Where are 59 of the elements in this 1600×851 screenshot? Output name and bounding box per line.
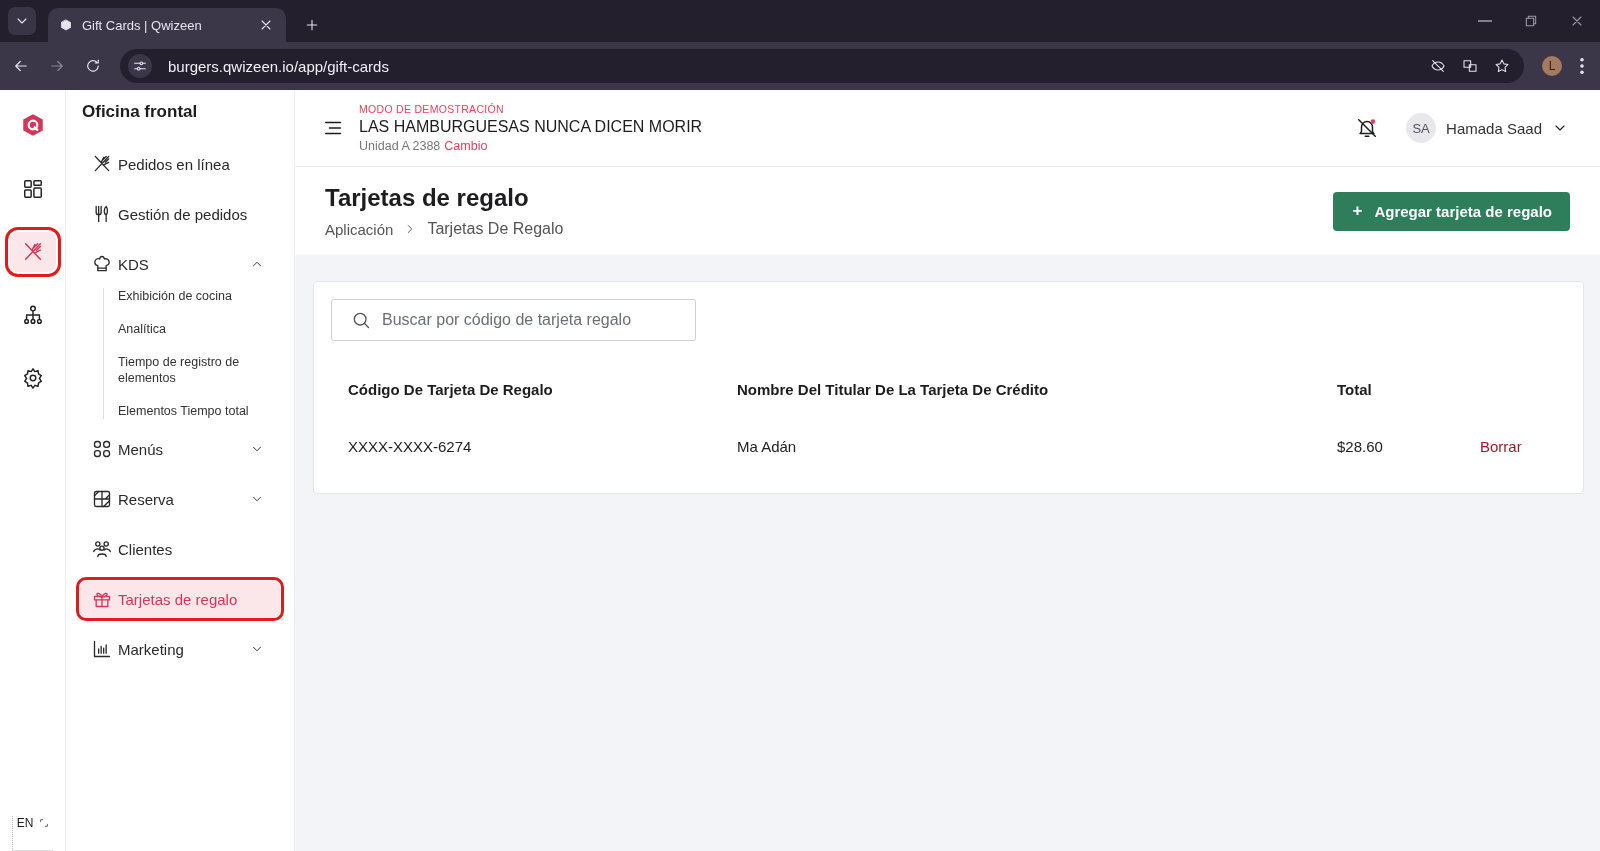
unit-label: Unidad A 2388 xyxy=(359,139,441,153)
column-header: Nombre Del Titular De La Tarjeta De Crédito xyxy=(737,381,1050,398)
sidebar-item[interactable]: Gestión de pedidos xyxy=(80,196,280,232)
search-field[interactable]: Buscar por código de tarjeta regalo xyxy=(331,299,696,341)
submenu-item[interactable]: Elementos Tiempo total xyxy=(118,403,258,419)
column-header: Código De Tarjeta De Regalo xyxy=(348,381,554,398)
browser-tab[interactable]: Gift Cards | Qwizeen xyxy=(48,8,286,42)
tab-list-button[interactable] xyxy=(8,7,36,35)
add-gift-card-button[interactable]: + Agregar tarjeta de regalo xyxy=(1332,191,1570,231)
hierarchy-icon xyxy=(21,304,44,326)
sidebar-item[interactable]: Reserva xyxy=(80,481,280,517)
eye-slash-icon xyxy=(1430,58,1446,74)
site-favicon-icon xyxy=(60,19,72,31)
submenu-item[interactable]: Analítica xyxy=(118,321,258,337)
submenu-item[interactable]: Exhibición de cocina xyxy=(118,288,258,304)
chef-hat-icon xyxy=(92,254,112,274)
four-squares-icon xyxy=(92,439,112,459)
user-avatar[interactable]: SA xyxy=(1406,113,1437,143)
bell-off-icon[interactable] xyxy=(1356,117,1379,139)
reload-icon xyxy=(84,57,102,75)
search-icon xyxy=(351,310,371,330)
restaurant-name: LAS HAMBURGUESAS NUNCA DICEN MORIR xyxy=(359,118,703,136)
sidebar-item[interactable]: KDS xyxy=(80,246,280,282)
floor-plan-icon xyxy=(92,489,112,509)
sidebar-item[interactable]: Menús xyxy=(80,431,280,467)
profile-avatar[interactable]: L xyxy=(1542,56,1562,76)
sidebar-item[interactable]: Clientes xyxy=(80,531,280,567)
table-cell-text: XXXX-XXXX-6274 xyxy=(348,438,473,455)
site-settings-icon xyxy=(128,54,152,78)
fork-knife-icon xyxy=(92,154,112,174)
user-name[interactable]: Hamada Saad xyxy=(1446,119,1542,137)
submenu-item[interactable]: Tiempo de registro de elementos xyxy=(118,354,258,386)
delete-link[interactable]: Borrar xyxy=(1480,438,1522,455)
url-text: burgers.qwizeen.io/app/gift-cards xyxy=(168,57,389,75)
restore-icon xyxy=(1523,13,1539,29)
minimize-icon xyxy=(1478,20,1492,22)
page-title: Tarjetas de regalo xyxy=(325,184,530,212)
more-vertical-icon[interactable] xyxy=(1580,58,1584,74)
sidebar-title: Oficina frontal xyxy=(81,101,199,123)
breadcrumb-item[interactable]: Aplicación xyxy=(325,220,394,238)
table-cell-text: $28.60 xyxy=(1337,438,1384,455)
plus-icon xyxy=(304,17,320,33)
settings-icon xyxy=(21,367,44,389)
language-label[interactable]: EN xyxy=(16,816,34,830)
breadcrumb-item: Tarjetas De Regalo xyxy=(427,220,564,238)
people-icon xyxy=(92,539,112,559)
bar-chart-icon xyxy=(92,639,112,659)
column-header: Total xyxy=(1337,381,1373,398)
change-link[interactable]: Cambio xyxy=(444,139,488,153)
sidebar-item[interactable]: Pedidos en línea xyxy=(80,146,280,182)
grid-panels-icon xyxy=(21,178,44,200)
tab-title: Gift Cards | Qwizeen xyxy=(82,17,203,33)
table-cell-text: Ma Adán xyxy=(737,438,798,455)
translate-icon xyxy=(1462,58,1478,74)
demo-mode-label: MODO DE DEMOSTRACIÓN xyxy=(359,103,505,115)
address-field[interactable]: burgers.qwizeen.io/app/gift-cards xyxy=(120,49,1524,83)
sidebar-item[interactable]: Marketing xyxy=(80,631,280,667)
expand-icon xyxy=(39,818,50,828)
star-icon xyxy=(1494,58,1510,74)
